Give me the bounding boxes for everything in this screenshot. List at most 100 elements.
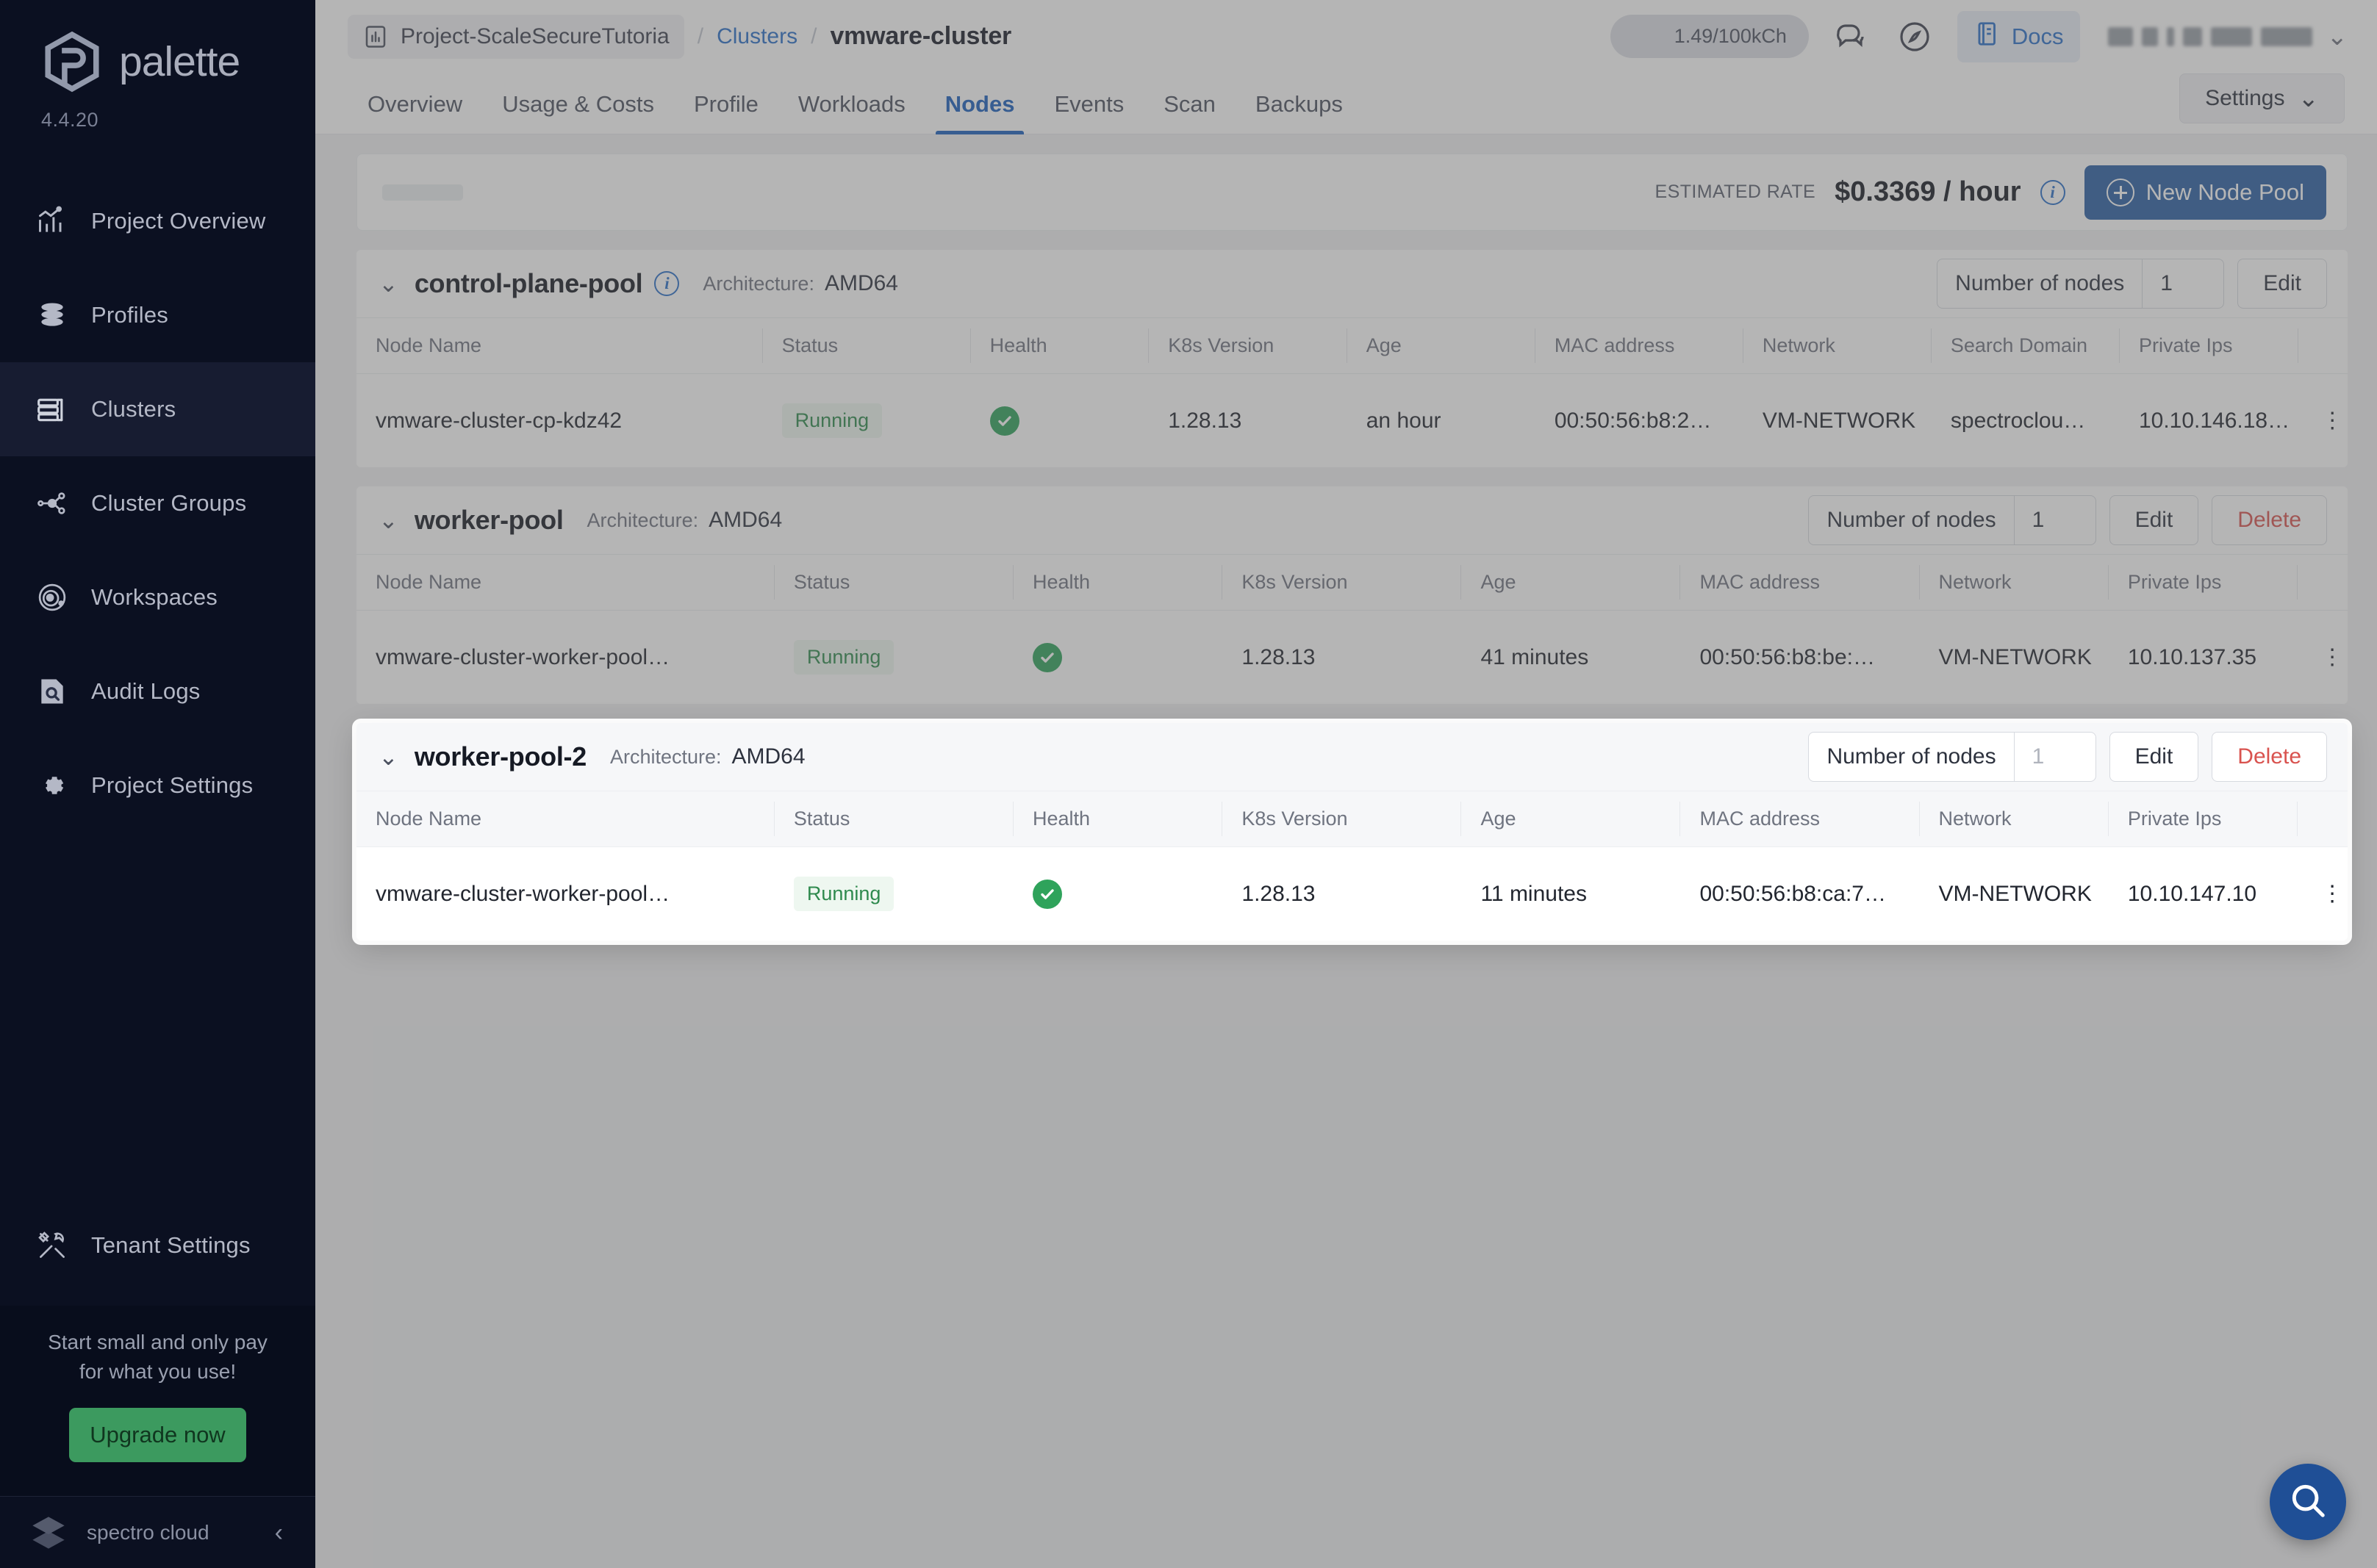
sidebar-item-tenant-settings[interactable]: Tenant Settings	[0, 1198, 315, 1292]
cell-age: 11 minutes	[1480, 881, 1587, 906]
table-row[interactable]: vmware-cluster-cp-kdz42 Running 1.28.13 …	[356, 374, 2348, 468]
node-pool-header: ⌄ worker-pool Architecture: AMD64 Number…	[356, 486, 2348, 554]
number-of-nodes-input[interactable]: 1	[2143, 259, 2223, 308]
cluster-tabs: Overview Usage & Costs Profile Workloads…	[315, 73, 2377, 134]
sidebar-item-label: Clusters	[91, 396, 176, 422]
cell-k8s-version: 1.28.13	[1241, 881, 1316, 906]
chevron-down-icon[interactable]: ⌄	[379, 745, 398, 769]
tab-overview[interactable]: Overview	[348, 91, 482, 134]
sidebar-item-cluster-groups[interactable]: Cluster Groups	[0, 456, 315, 550]
sidebar-nav: Project Overview Profiles Clusters Clust…	[0, 174, 315, 832]
architecture-value: AMD64	[731, 744, 806, 769]
table-row[interactable]: vmware-cluster-worker-pool… Running 1.28…	[356, 847, 2348, 941]
cell-mac-address: 00:50:56:b8:2…	[1554, 408, 1712, 433]
breadcrumb-project[interactable]: Project-ScaleSecureTutoria	[348, 14, 684, 59]
node-pool-actions: Number of nodes 1 Edit	[1937, 259, 2327, 309]
table-header-row: Node Name Status Health K8s Version Age …	[356, 554, 2348, 611]
chevron-down-icon[interactable]: ⌄	[379, 272, 398, 295]
server-icon	[35, 392, 69, 426]
delete-button[interactable]: Delete	[2212, 495, 2327, 545]
node-pool-worker-pool: ⌄ worker-pool Architecture: AMD64 Number…	[356, 486, 2348, 704]
column-header-age: Age	[1346, 317, 1535, 374]
settings-button[interactable]: Settings ⌄	[2179, 73, 2345, 123]
tab-backups[interactable]: Backups	[1236, 91, 1363, 134]
project-icon	[362, 24, 389, 50]
edit-button[interactable]: Edit	[2237, 259, 2327, 309]
usage-rate-pill: 1.49/100kCh	[1610, 15, 1809, 58]
breadcrumb-separator-2: /	[811, 24, 817, 48]
edit-button[interactable]: Edit	[2109, 732, 2199, 782]
user-account-menu[interactable]: ⌄	[2107, 22, 2348, 51]
sidebar-item-label: Profiles	[91, 302, 168, 328]
architecture-label: Architecture:	[609, 745, 722, 768]
cell-status: Running	[763, 374, 971, 468]
nodes-table: Node Name Status Health K8s Version Age …	[356, 317, 2348, 467]
cell-age: 41 minutes	[1480, 644, 1589, 669]
new-node-pool-label: New Node Pool	[2145, 179, 2304, 205]
redacted-bar	[2260, 26, 2312, 46]
tab-profile[interactable]: Profile	[674, 91, 778, 134]
main-region: Project-ScaleSecureTutoria / Clusters / …	[315, 0, 2377, 1568]
info-icon[interactable]: i	[2040, 179, 2065, 205]
redacted-bar	[2107, 26, 2133, 46]
sidebar-item-label: Cluster Groups	[91, 490, 247, 516]
edit-button[interactable]: Edit	[2109, 495, 2199, 545]
number-of-nodes-input[interactable]: 1	[2015, 496, 2095, 544]
tab-scan[interactable]: Scan	[1144, 91, 1236, 134]
chevron-down-icon: ⌄	[2326, 22, 2348, 51]
health-ok-icon	[989, 406, 1019, 436]
tab-usage-and-costs[interactable]: Usage & Costs	[482, 91, 674, 134]
node-pool-control-plane-pool: ⌄ control-plane-pool i Architecture: AMD…	[356, 250, 2348, 467]
column-header-actions	[2297, 554, 2348, 611]
sidebar-item-label: Tenant Settings	[91, 1231, 251, 1258]
info-icon[interactable]: i	[654, 271, 680, 296]
compass-icon[interactable]	[1894, 16, 1935, 57]
cell-k8s-version: 1.28.13	[1168, 408, 1242, 433]
row-actions-menu-icon[interactable]: ⋮	[2298, 374, 2348, 468]
sidebar-item-project-settings[interactable]: Project Settings	[0, 738, 315, 832]
column-header-health: Health	[1012, 791, 1223, 847]
estimated-rate-banner: ESTIMATED RATE $0.3369 / hour i New Node…	[356, 154, 2348, 231]
sidebar-item-profiles[interactable]: Profiles	[0, 268, 315, 362]
sidebar-item-clusters[interactable]: Clusters	[0, 362, 315, 456]
delete-button[interactable]: Delete	[2212, 732, 2327, 782]
sidebar-item-audit-logs[interactable]: Audit Logs	[0, 644, 315, 738]
number-of-nodes-label: Number of nodes	[1809, 496, 2015, 544]
cell-network: VM-NETWORK	[1938, 881, 2092, 906]
tab-nodes[interactable]: Nodes	[925, 91, 1035, 134]
architecture-label: Architecture:	[703, 272, 814, 295]
banner-placeholder-block	[382, 184, 463, 201]
column-header-network: Network	[1918, 554, 2109, 611]
new-node-pool-button[interactable]: New Node Pool	[2084, 165, 2326, 220]
redacted-bar	[2141, 26, 2158, 46]
column-header-k8s-version: K8s Version	[1148, 317, 1347, 374]
chevron-down-icon[interactable]: ⌄	[379, 508, 398, 532]
cell-search-domain: spectroclou…	[1950, 408, 2086, 433]
column-header-k8s-version: K8s Version	[1222, 554, 1462, 611]
number-of-nodes-group: Number of nodes 1	[1937, 259, 2225, 309]
row-actions-menu-icon[interactable]: ⋮	[2298, 847, 2348, 941]
layers-icon	[35, 298, 69, 332]
sidebar-item-project-overview[interactable]: Project Overview	[0, 174, 315, 268]
column-header-network: Network	[1918, 791, 2109, 847]
sidebar-item-workspaces[interactable]: Workspaces	[0, 550, 315, 644]
search-fab-button[interactable]	[2270, 1464, 2346, 1540]
node-pool-actions: Number of nodes 1 Edit Delete	[1808, 732, 2327, 782]
nodes-content: ESTIMATED RATE $0.3369 / hour i New Node…	[315, 0, 2377, 1568]
plus-circle-icon	[2106, 178, 2134, 206]
chat-icon[interactable]	[1831, 16, 1872, 57]
table-row[interactable]: vmware-cluster-worker-pool… Running 1.28…	[356, 611, 2348, 705]
breadcrumb-separator-1: /	[697, 24, 704, 48]
column-header-private-ips: Private Ips	[2107, 554, 2298, 611]
breadcrumb-clusters-link[interactable]: Clusters	[717, 24, 797, 49]
docs-button[interactable]: Docs	[1957, 10, 2080, 62]
row-actions-menu-icon[interactable]: ⋮	[2298, 611, 2348, 705]
orbit-icon	[35, 580, 69, 614]
upgrade-now-button[interactable]: Upgrade now	[69, 1408, 246, 1462]
tab-events[interactable]: Events	[1034, 91, 1144, 134]
cell-network: VM-NETWORK	[1762, 408, 1916, 433]
collapse-sidebar-icon[interactable]: ‹	[275, 1520, 283, 1545]
number-of-nodes-input[interactable]: 1	[2015, 733, 2095, 781]
tab-workloads[interactable]: Workloads	[778, 91, 925, 134]
